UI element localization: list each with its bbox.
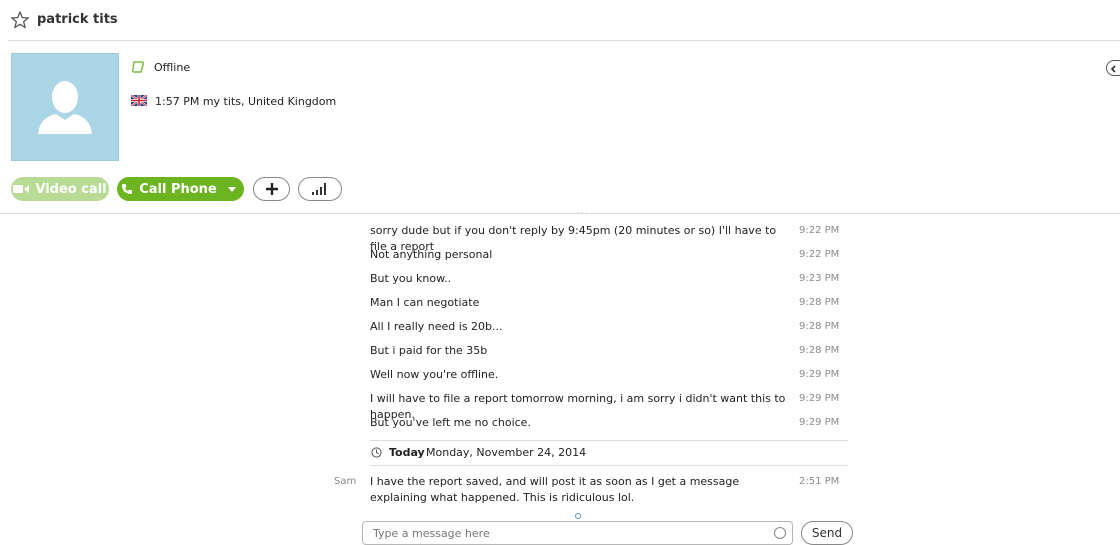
message-time: 9:28 PM — [799, 345, 840, 356]
today-label: Today — [389, 446, 425, 459]
resize-handle[interactable]: ... — [576, 204, 590, 217]
typing-indicator — [575, 513, 581, 519]
today-date: Monday, November 24, 2014 — [426, 446, 587, 459]
message-input-box[interactable] — [362, 521, 793, 545]
call-phone-label: Call Phone — [139, 181, 217, 197]
message-time: 2:51 PM — [799, 476, 840, 487]
clock-icon — [371, 447, 382, 458]
message-text: Well now you're offline. — [370, 368, 499, 381]
message-sender: Sam — [334, 476, 357, 487]
call-phone-button[interactable]: Call Phone — [117, 177, 244, 201]
date-separator-bottom — [370, 465, 848, 466]
emoticon-icon[interactable] — [774, 527, 786, 539]
message-time: 9:29 PM — [799, 417, 840, 428]
message-text: But you've left me no choice. — [370, 416, 531, 429]
video-call-label: Video call — [35, 181, 107, 197]
message-text: But you know.. — [370, 272, 452, 285]
message-time: 9:22 PM — [799, 225, 840, 236]
message-text: But i paid for the 35b — [370, 344, 488, 357]
uk-flag-icon — [131, 95, 147, 106]
send-button[interactable]: Send — [801, 521, 853, 545]
video-call-button[interactable]: Video call — [11, 177, 109, 201]
message-time: 9:29 PM — [799, 393, 840, 404]
message-time: 9:23 PM — [799, 273, 840, 284]
message-time: 9:28 PM — [799, 297, 840, 308]
header-divider — [8, 40, 1120, 41]
date-separator-top — [370, 440, 848, 441]
avatar — [11, 53, 119, 161]
default-avatar-icon — [38, 81, 92, 134]
message-text: Man I can negotiate — [370, 296, 480, 309]
signal-bars-icon — [312, 183, 326, 195]
call-quality-button[interactable] — [298, 177, 342, 201]
message-text: I have the report saved, and will post i… — [370, 475, 740, 504]
add-people-button[interactable] — [253, 177, 290, 201]
local-time-location: 1:57 PM my tits, United Kingdom — [155, 95, 337, 108]
status-text: Offline — [154, 61, 191, 74]
offline-status-icon — [131, 61, 145, 73]
message-text: Not anything personal — [370, 248, 493, 261]
phone-icon — [122, 184, 133, 194]
message-input[interactable] — [371, 526, 765, 541]
chevron-left-icon — [1110, 65, 1116, 73]
message-time: 9:28 PM — [799, 321, 840, 332]
video-camera-icon — [13, 185, 30, 193]
message-text: All I really need is 20b... — [370, 320, 503, 333]
message-time: 9:29 PM — [799, 369, 840, 380]
message-time: 9:22 PM — [799, 249, 840, 260]
collapse-panel-button[interactable] — [1106, 60, 1120, 76]
call-options-dropdown-icon[interactable] — [228, 187, 236, 192]
contact-name: patrick tits — [37, 12, 118, 27]
favorite-star-icon[interactable] — [10, 10, 30, 30]
plus-icon — [265, 183, 278, 195]
chat-divider — [0, 213, 1120, 214]
